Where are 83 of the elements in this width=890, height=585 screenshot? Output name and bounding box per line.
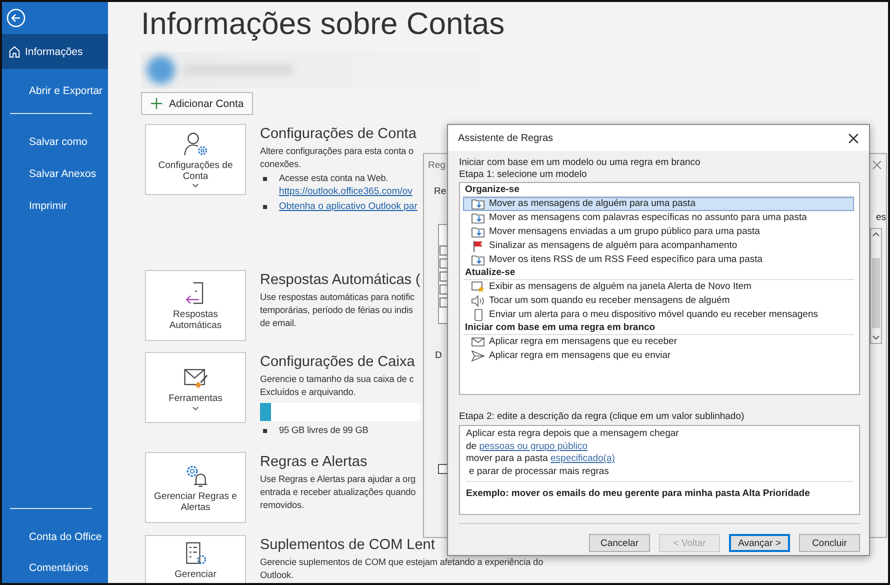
flag-icon — [471, 240, 485, 252]
link[interactable]: pessoas ou grupo público — [479, 440, 588, 452]
folder-arrow-icon — [471, 198, 485, 210]
page-title: Informações sobre Contas — [141, 6, 506, 42]
rule-description-line: mover para a pasta especificado(a) — [466, 453, 616, 466]
add-account-button[interactable]: Adicionar Conta — [141, 92, 253, 115]
section-description: entrada e receber atualizações quando — [260, 486, 416, 499]
bullet-icon — [263, 429, 267, 433]
link[interactable]: https://outlook.office365.com/ov — [279, 185, 412, 198]
section-card-button[interactable]: Ferramentas — [145, 352, 246, 423]
link[interactable]: especificado(a) — [550, 453, 615, 464]
section-description: Gerencie suplementos de COM que estejam afetando a experiência do — [260, 556, 544, 569]
rule-description-line: Aplicar esta regra depois que a mensagem chegar — [466, 428, 680, 440]
rule-description-line: de pessoas ou grupo público — [466, 440, 588, 453]
section-description: temporárias, período de férias ou indis — [260, 304, 414, 317]
section-description: Use respostas automáticas para notific — [260, 291, 416, 304]
template-item[interactable]: Sinalizar as mensagens de alguém para acompanhamento — [463, 239, 854, 253]
checkbox[interactable] — [438, 464, 448, 474]
section-heading: Configurações de Conta — [260, 125, 418, 143]
section-heading: Respostas Automáticas ( — [260, 271, 420, 289]
sidebar-item[interactable]: Abrir e Exportar — [2, 75, 108, 107]
folder-arrow-icon — [471, 254, 485, 266]
section-description: Gerencie o tamanho da sua caixa de c — [260, 373, 415, 386]
dialog-title: Assistente de Regras — [458, 132, 554, 144]
group-header: Atualize-se — [463, 267, 854, 280]
sidebar-item[interactable]: Conta do Office — [2, 521, 108, 552]
section-card-button[interactable]: Gerenciar Regras e Alertas — [145, 452, 246, 523]
section-description: Altere configurações para esta conta o — [260, 145, 415, 158]
send-icon — [471, 350, 485, 362]
folder-arrow-icon — [471, 226, 485, 238]
section-heading: Regras e Alertas — [260, 453, 368, 471]
section-description: Use Regras e Alertas para ajudar a org — [260, 473, 416, 486]
template-item[interactable]: Mover as mensagens de alguém para uma pasta — [463, 197, 854, 211]
bullet-text: Acesse esta conta na Web. — [279, 172, 390, 185]
bullet-icon — [263, 177, 267, 181]
dialog-label: Re — [434, 186, 446, 197]
template-item[interactable]: Mover mensagens enviadas a um grupo público para uma pasta — [463, 225, 854, 239]
template-item[interactable]: Mover as mensagens com palavras específicas no assunto para uma pasta — [463, 211, 854, 225]
section-card-button[interactable]: Respostas Automáticas — [145, 270, 246, 341]
rule-description-line: e parar de processar mais regras — [468, 466, 610, 478]
template-item[interactable]: Exibir as mensagens de alguém na janela Alerta de Novo Item — [463, 280, 854, 294]
section-description: removidos. — [260, 499, 305, 512]
dialog-button[interactable]: Avançar > — [729, 534, 790, 552]
bullet-text: 95 GB livres de 99 GB — [279, 424, 368, 437]
caret-icon — [192, 183, 199, 188]
section-description: Outlook. — [260, 569, 294, 582]
caret-icon — [192, 406, 199, 411]
sidebar-item[interactable]: Comentários — [2, 552, 108, 583]
sidebar-item[interactable]: Informações — [2, 34, 108, 69]
plus-icon — [150, 97, 163, 110]
step-label: Etapa 1: selecione um modelo — [459, 169, 588, 181]
dialog-label: D — [435, 350, 442, 361]
group-header: Iniciar com base em uma regra em branco — [463, 322, 854, 335]
section-description: Excluídos e arquivando. — [260, 386, 357, 399]
bullet-icon — [263, 205, 267, 209]
back-icon[interactable] — [6, 8, 26, 28]
sidebar-item[interactable]: Salvar como — [2, 126, 108, 158]
section-description: de email. — [260, 317, 298, 330]
template-item[interactable]: Aplicar regra em mensagens que eu receber — [463, 335, 854, 349]
dialog-title: Reg — [428, 160, 446, 171]
template-item[interactable]: Mover os itens RSS de um RSS Feed específico para uma pasta — [463, 253, 854, 267]
dialog-button[interactable]: Concluir — [799, 534, 860, 552]
step-label: Etapa 2: edite a descrição da regra (clique em um valor sublinhado) — [459, 411, 746, 423]
example-text: Exemplo: mover os emails do meu gerente para minha pasta Alta Prioridade — [466, 488, 811, 500]
section-heading: Suplementos de COM Lent — [260, 536, 436, 554]
template-item[interactable]: Aplicar regra em mensagens que eu enviar — [463, 349, 854, 363]
folder-arrow-icon — [471, 212, 485, 224]
sidebar-item[interactable]: Imprimir — [2, 190, 108, 222]
dialog-instruction: Iniciar com base em um modelo ou uma regra em branco — [459, 157, 702, 169]
dialog-button[interactable]: Cancelar — [589, 534, 650, 552]
speaker-icon — [471, 295, 485, 307]
link[interactable]: Obtenha o aplicativo Outlook par — [279, 200, 418, 213]
dialog-label: es — [876, 212, 886, 223]
home-icon — [8, 45, 21, 58]
sidebar-item[interactable]: Salvar Anexos — [2, 158, 108, 190]
section-card-button[interactable]: Configurações de Conta — [145, 124, 246, 195]
close-icon[interactable] — [848, 132, 859, 144]
envelope-icon — [471, 336, 485, 348]
section-heading: Configurações de Caixa — [260, 353, 416, 371]
section-card-button[interactable]: Gerenciar — [145, 535, 246, 583]
template-item[interactable]: Tocar um som quando eu receber mensagens de alguém — [463, 294, 854, 308]
template-item[interactable]: Enviar um alerta para o meu dispositivo móvel quando eu receber mensagens — [463, 308, 854, 322]
section-description: conexões. — [260, 158, 302, 171]
